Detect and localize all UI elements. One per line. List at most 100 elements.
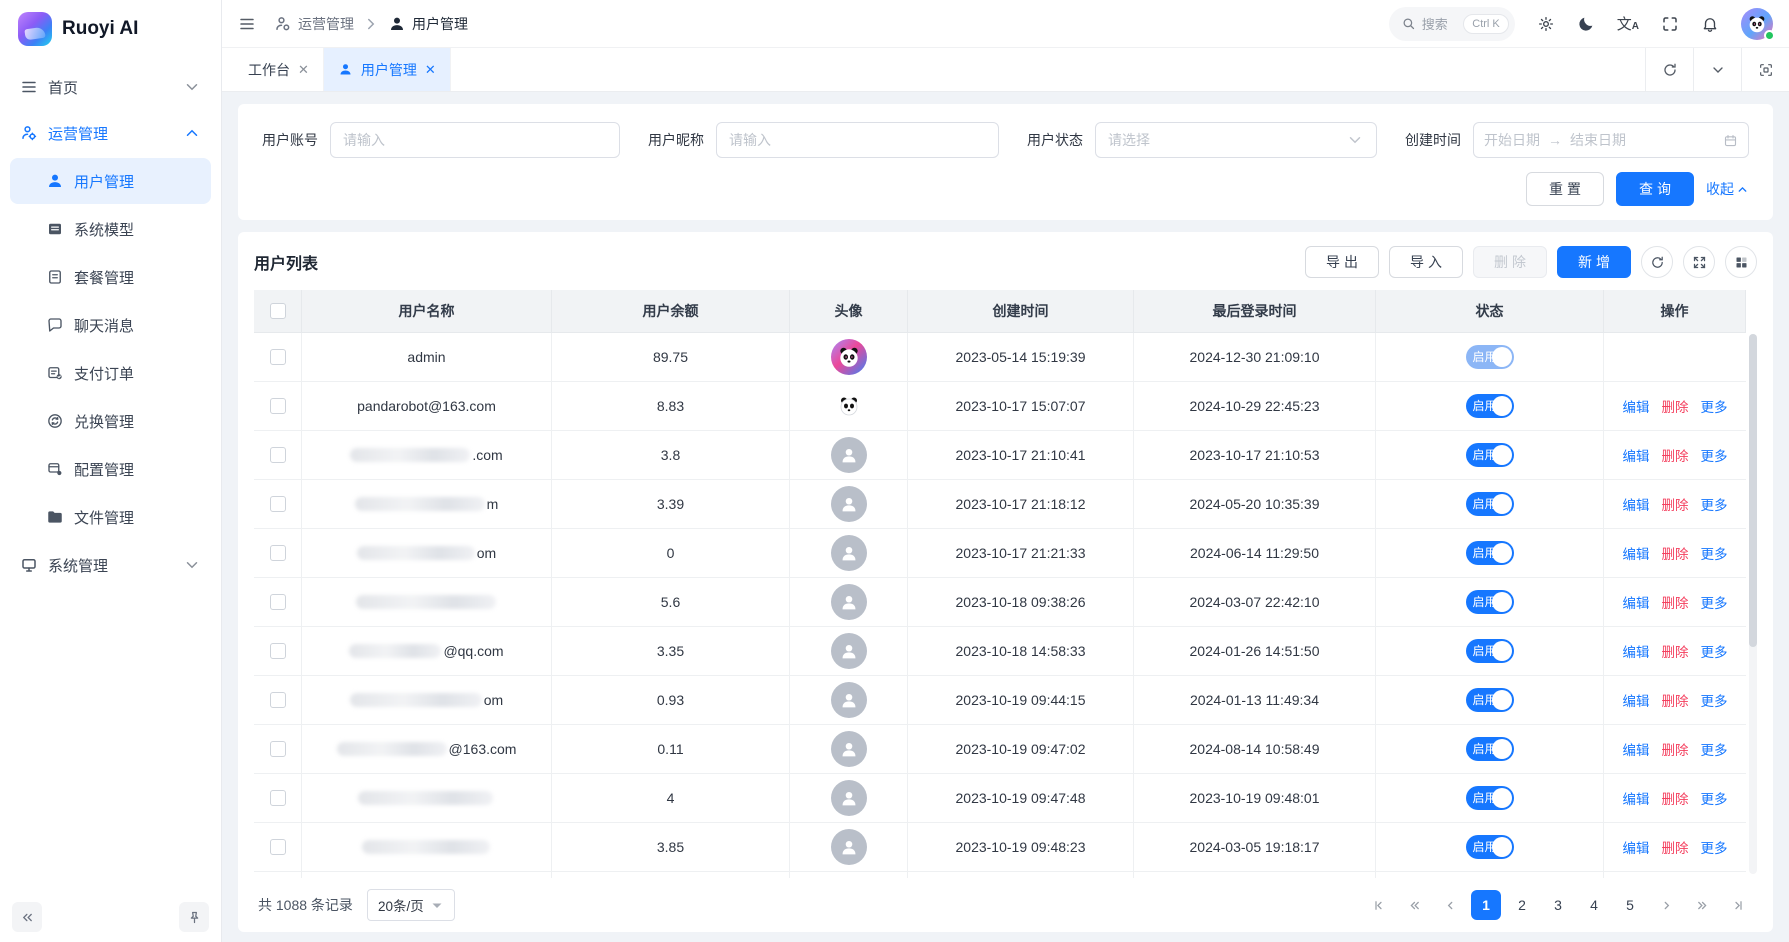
add-button[interactable]: 新增 (1557, 246, 1631, 278)
settings-gear-icon[interactable] (1537, 15, 1555, 33)
sidebar-item-home[interactable]: 首页 (10, 64, 211, 110)
status-toggle[interactable]: 启用 (1466, 541, 1514, 565)
sidebar-subitem-7[interactable]: 文件管理 (10, 494, 211, 540)
tab-workbench[interactable]: 工作台 ✕ (234, 48, 324, 91)
edit-link[interactable]: 编辑 (1623, 543, 1650, 563)
more-link[interactable]: 更多 (1701, 396, 1728, 416)
reset-button[interactable]: 重置 (1526, 172, 1604, 206)
date-range-picker[interactable]: 开始日期 → 结束日期 (1473, 122, 1749, 158)
edit-link[interactable]: 编辑 (1623, 690, 1650, 710)
content-fullscreen-button[interactable] (1741, 48, 1789, 91)
delete-button[interactable]: 删除 (1473, 246, 1547, 278)
status-toggle[interactable]: 启用 (1466, 394, 1514, 418)
status-toggle[interactable]: 启用 (1466, 492, 1514, 516)
page-button-4[interactable]: 4 (1579, 890, 1609, 920)
notifications-bell-icon[interactable] (1701, 15, 1719, 33)
row-checkbox[interactable] (270, 349, 286, 365)
delete-link[interactable]: 删除 (1662, 788, 1689, 808)
sidebar-subitem-5[interactable]: 兑换管理 (10, 398, 211, 444)
close-icon[interactable]: ✕ (425, 62, 436, 78)
select-all-checkbox[interactable] (270, 303, 286, 319)
delete-link[interactable]: 删除 (1662, 690, 1689, 710)
sidebar-subitem-2[interactable]: 套餐管理 (10, 254, 211, 300)
more-link[interactable]: 更多 (1701, 494, 1728, 514)
account-input[interactable] (330, 122, 620, 158)
more-link[interactable]: 更多 (1701, 739, 1728, 759)
prev-5-pages-button[interactable] (1399, 890, 1429, 920)
sidebar-subitem-0[interactable]: 用户管理 (10, 158, 211, 204)
delete-link[interactable]: 删除 (1662, 494, 1689, 514)
status-toggle[interactable]: 启用 (1466, 345, 1514, 369)
status-toggle[interactable]: 启用 (1466, 443, 1514, 467)
sidebar-subitem-6[interactable]: 配置管理 (10, 446, 211, 492)
edit-link[interactable]: 编辑 (1623, 445, 1650, 465)
column-settings-button[interactable] (1725, 246, 1757, 278)
close-icon[interactable]: ✕ (298, 62, 309, 78)
status-toggle[interactable]: 启用 (1466, 590, 1514, 614)
delete-link[interactable]: 删除 (1662, 837, 1689, 857)
status-select[interactable]: 请选择 (1095, 122, 1377, 158)
nickname-input[interactable] (716, 122, 999, 158)
page-button-5[interactable]: 5 (1615, 890, 1645, 920)
search-button[interactable]: 查询 (1616, 172, 1694, 206)
row-checkbox[interactable] (270, 643, 286, 659)
fullscreen-icon[interactable] (1661, 15, 1679, 33)
scrollbar-thumb[interactable] (1749, 334, 1757, 647)
hamburger-menu-icon[interactable] (238, 15, 256, 33)
next-page-button[interactable] (1651, 890, 1681, 920)
status-toggle[interactable]: 启用 (1466, 688, 1514, 712)
user-avatar[interactable] (1741, 8, 1773, 40)
row-checkbox[interactable] (270, 496, 286, 512)
status-toggle[interactable]: 启用 (1466, 737, 1514, 761)
row-checkbox[interactable] (270, 545, 286, 561)
status-toggle[interactable]: 启用 (1466, 639, 1514, 663)
first-page-button[interactable] (1363, 890, 1393, 920)
sidebar-item-system[interactable]: 系统管理 (10, 542, 211, 588)
status-toggle[interactable]: 启用 (1466, 786, 1514, 810)
row-checkbox[interactable] (270, 741, 286, 757)
edit-link[interactable]: 编辑 (1623, 837, 1650, 857)
tab-menu-button[interactable] (1693, 48, 1741, 91)
delete-link[interactable]: 删除 (1662, 543, 1689, 563)
edit-link[interactable]: 编辑 (1623, 739, 1650, 759)
delete-link[interactable]: 删除 (1662, 641, 1689, 661)
more-link[interactable]: 更多 (1701, 543, 1728, 563)
sidebar-subitem-4[interactable]: 支付订单 (10, 350, 211, 396)
more-link[interactable]: 更多 (1701, 641, 1728, 661)
page-button-2[interactable]: 2 (1507, 890, 1537, 920)
row-checkbox[interactable] (270, 447, 286, 463)
more-link[interactable]: 更多 (1701, 445, 1728, 465)
pin-sidebar-button[interactable] (179, 902, 209, 932)
more-link[interactable]: 更多 (1701, 837, 1728, 857)
collapse-sidebar-button[interactable] (12, 902, 42, 932)
dark-mode-moon-icon[interactable] (1577, 15, 1595, 33)
more-link[interactable]: 更多 (1701, 690, 1728, 710)
edit-link[interactable]: 编辑 (1623, 494, 1650, 514)
page-button-1[interactable]: 1 (1471, 890, 1501, 920)
row-checkbox[interactable] (270, 839, 286, 855)
refresh-page-button[interactable] (1645, 48, 1693, 91)
page-size-select[interactable]: 20条/页 (367, 889, 455, 921)
row-checkbox[interactable] (270, 692, 286, 708)
more-link[interactable]: 更多 (1701, 788, 1728, 808)
tab-user-management[interactable]: 用户管理 ✕ (324, 48, 451, 91)
global-search[interactable]: 搜索 Ctrl K (1389, 7, 1515, 41)
edit-link[interactable]: 编辑 (1623, 592, 1650, 612)
delete-link[interactable]: 删除 (1662, 445, 1689, 465)
breadcrumb-parent[interactable]: 运营管理 (274, 14, 354, 34)
table-scrollbar[interactable] (1749, 334, 1757, 874)
more-link[interactable]: 更多 (1701, 592, 1728, 612)
sidebar-item-operations[interactable]: 运营管理 (10, 110, 211, 156)
import-button[interactable]: 导入 (1389, 246, 1463, 278)
edit-link[interactable]: 编辑 (1623, 788, 1650, 808)
row-checkbox[interactable] (270, 398, 286, 414)
export-button[interactable]: 导出 (1305, 246, 1379, 278)
delete-link[interactable]: 删除 (1662, 592, 1689, 612)
translate-icon[interactable]: 文A (1617, 13, 1639, 34)
collapse-filters-link[interactable]: 收起 (1706, 179, 1749, 199)
edit-link[interactable]: 编辑 (1623, 641, 1650, 661)
last-page-button[interactable] (1723, 890, 1753, 920)
row-checkbox[interactable] (270, 790, 286, 806)
brand[interactable]: Ruoyi AI (0, 0, 221, 58)
breadcrumb-current[interactable]: 用户管理 (388, 14, 468, 34)
